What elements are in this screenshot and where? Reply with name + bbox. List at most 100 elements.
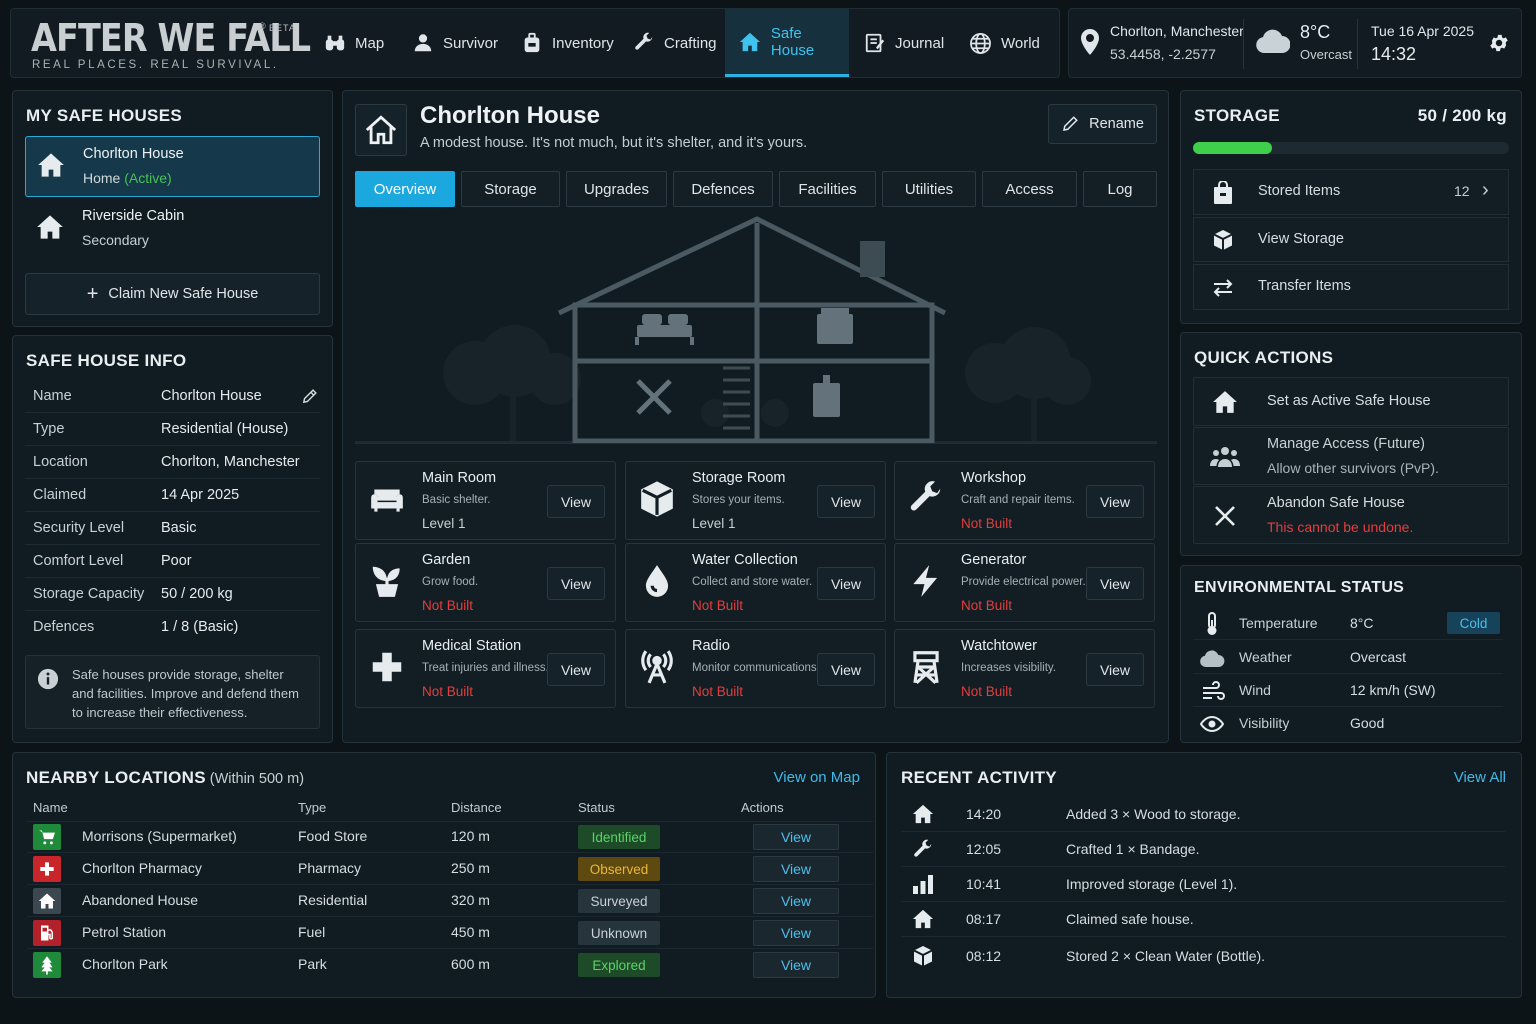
activity-row: 12:05 Crafted 1 × Bandage. xyxy=(901,832,1505,867)
nav-journal[interactable]: Journal xyxy=(864,9,948,77)
facility-desc: Provide electrical power. xyxy=(961,576,1086,588)
view-button[interactable]: View xyxy=(753,888,839,914)
info-value: Chorlton House xyxy=(161,388,262,404)
view-button[interactable]: View xyxy=(1086,567,1144,600)
activity-text: Claimed safe house. xyxy=(1066,911,1194,927)
safe-house-item-riverside[interactable]: Riverside Cabin Secondary xyxy=(25,199,320,260)
env-key: Visibility xyxy=(1239,715,1290,731)
radio-tower-icon xyxy=(641,650,673,684)
quick-actions-panel: QUICK ACTIONS Set as Active Safe House M… xyxy=(1180,332,1522,556)
bed-icon xyxy=(635,314,694,345)
nav-inventory[interactable]: Inventory xyxy=(521,9,621,77)
storage-progress-bar xyxy=(1193,142,1509,154)
safe-house-role: Home xyxy=(83,170,121,186)
pencil-icon[interactable] xyxy=(301,388,318,405)
current-time: 14:32 xyxy=(1371,44,1417,64)
col-header-actions: Actions xyxy=(741,800,784,815)
nav-world[interactable]: World xyxy=(969,9,1049,77)
nav-survivor[interactable]: Survivor xyxy=(412,9,507,77)
info-value: Chorlton, Manchester xyxy=(161,454,300,470)
pencil-icon xyxy=(1063,116,1078,131)
gear-icon[interactable] xyxy=(1488,32,1510,54)
view-button[interactable]: View xyxy=(1086,485,1144,518)
watchtower-icon xyxy=(913,651,939,685)
activity-row: 08:12 Stored 2 × Clean Water (Bottle). xyxy=(901,939,1505,974)
view-button[interactable]: View xyxy=(547,485,605,518)
view-button[interactable]: View xyxy=(753,952,839,978)
tab-upgrades[interactable]: Upgrades xyxy=(566,171,667,207)
stored-items-label: Stored Items xyxy=(1258,183,1341,199)
col-header-type: Type xyxy=(298,800,327,815)
box-icon xyxy=(1213,230,1233,250)
tab-utilities[interactable]: Utilities xyxy=(882,171,976,207)
nav-map[interactable]: Map xyxy=(324,9,396,77)
tab-overview[interactable]: Overview xyxy=(355,171,455,207)
nearby-header: NEARBY LOCATIONS (Within 500 m) xyxy=(26,768,304,788)
abandon-safe-house-button[interactable]: Abandon Safe House This cannot be undone… xyxy=(1193,486,1509,544)
stored-items-row[interactable]: Stored Items 12 › xyxy=(1193,169,1509,215)
rename-label: Rename xyxy=(1089,116,1144,132)
nav-journal-label: Journal xyxy=(895,34,945,52)
box-icon xyxy=(913,946,933,966)
manage-access-button[interactable]: Manage Access (Future) Allow other survi… xyxy=(1193,427,1509,485)
cloud-icon xyxy=(1200,650,1225,667)
tools-icon xyxy=(636,379,672,415)
view-button[interactable]: View xyxy=(1086,653,1144,686)
current-date: Tue 16 Apr 2025 xyxy=(1371,23,1475,39)
globe-icon xyxy=(970,32,991,54)
view-button[interactable]: View xyxy=(753,920,839,946)
view-button[interactable]: View xyxy=(817,485,875,518)
view-button[interactable]: View xyxy=(817,653,875,686)
facility-status: Not Built xyxy=(422,684,474,699)
activity-row: 10:41 Improved storage (Level 1). xyxy=(901,867,1505,902)
claim-label: Claim New Safe House xyxy=(108,286,259,302)
transfer-items-row[interactable]: Transfer Items xyxy=(1193,264,1509,310)
env-row-temperature: Temperature 8°C Cold xyxy=(1193,607,1503,640)
info-row-defences: Defences 1 / 8 (Basic) xyxy=(25,611,320,644)
pharmacy-cross-icon xyxy=(33,856,61,882)
house-tabs: Overview Storage Upgrades Defences Facil… xyxy=(355,171,1157,209)
activity-text: Improved storage (Level 1). xyxy=(1066,876,1238,892)
divider xyxy=(355,443,1157,444)
safe-house-item-chorlton[interactable]: Chorlton House Home (Active) xyxy=(25,136,320,197)
nav-crafting[interactable]: Crafting xyxy=(633,9,725,77)
tree-icon xyxy=(33,952,61,978)
env-key: Wind xyxy=(1239,682,1271,698)
action-warning: This cannot be undone. xyxy=(1267,519,1414,535)
nav-safe-house[interactable]: Safe House xyxy=(725,9,849,77)
rename-button[interactable]: Rename xyxy=(1048,104,1157,144)
view-button[interactable]: View xyxy=(817,567,875,600)
facility-desc: Increases visibility. xyxy=(961,662,1057,674)
facility-card-main-room: Main Room Basic shelter. Level 1 View xyxy=(355,461,616,540)
location-coords: 53.4458, -2.2577 xyxy=(1110,46,1216,62)
location-distance: 450 m xyxy=(451,924,490,940)
view-storage-row[interactable]: View Storage xyxy=(1193,217,1509,262)
view-button[interactable]: View xyxy=(547,653,605,686)
view-all-link[interactable]: View All xyxy=(1454,769,1506,786)
view-on-map-link[interactable]: View on Map xyxy=(774,769,860,786)
info-row-location: Location Chorlton, Manchester xyxy=(25,446,320,479)
tab-storage[interactable]: Storage xyxy=(461,171,560,207)
tab-log[interactable]: Log xyxy=(1083,171,1157,207)
nav-map-label: Map xyxy=(355,34,385,52)
info-key: Storage Capacity xyxy=(33,586,145,602)
location-type: Food Store xyxy=(298,828,368,844)
facility-name: Radio xyxy=(692,638,730,654)
view-button[interactable]: View xyxy=(753,856,839,882)
activity-time: 10:41 xyxy=(966,876,1002,892)
house-icon-box xyxy=(355,104,407,156)
tab-facilities[interactable]: Facilities xyxy=(779,171,876,207)
tab-defences[interactable]: Defences xyxy=(673,171,773,207)
view-button[interactable]: View xyxy=(753,824,839,850)
tab-access[interactable]: Access xyxy=(982,171,1077,207)
safe-house-main-panel: Chorlton House A modest house. It's not … xyxy=(342,90,1169,743)
location-name: Abandoned House xyxy=(82,892,198,908)
house-cutaway-illustration xyxy=(355,216,1157,443)
set-active-safe-house-button[interactable]: Set as Active Safe House xyxy=(1193,377,1509,426)
top-nav-bar: AFTER WE FALL ® BETA REAL PLACES. REAL SU… xyxy=(10,8,1060,78)
view-button[interactable]: View xyxy=(547,567,605,600)
status-badge: Observed xyxy=(578,857,660,881)
safe-house-name: Chorlton House xyxy=(83,146,184,162)
stored-items-count: 12 xyxy=(1454,183,1470,199)
claim-new-safe-house-button[interactable]: + Claim New Safe House xyxy=(25,273,320,315)
